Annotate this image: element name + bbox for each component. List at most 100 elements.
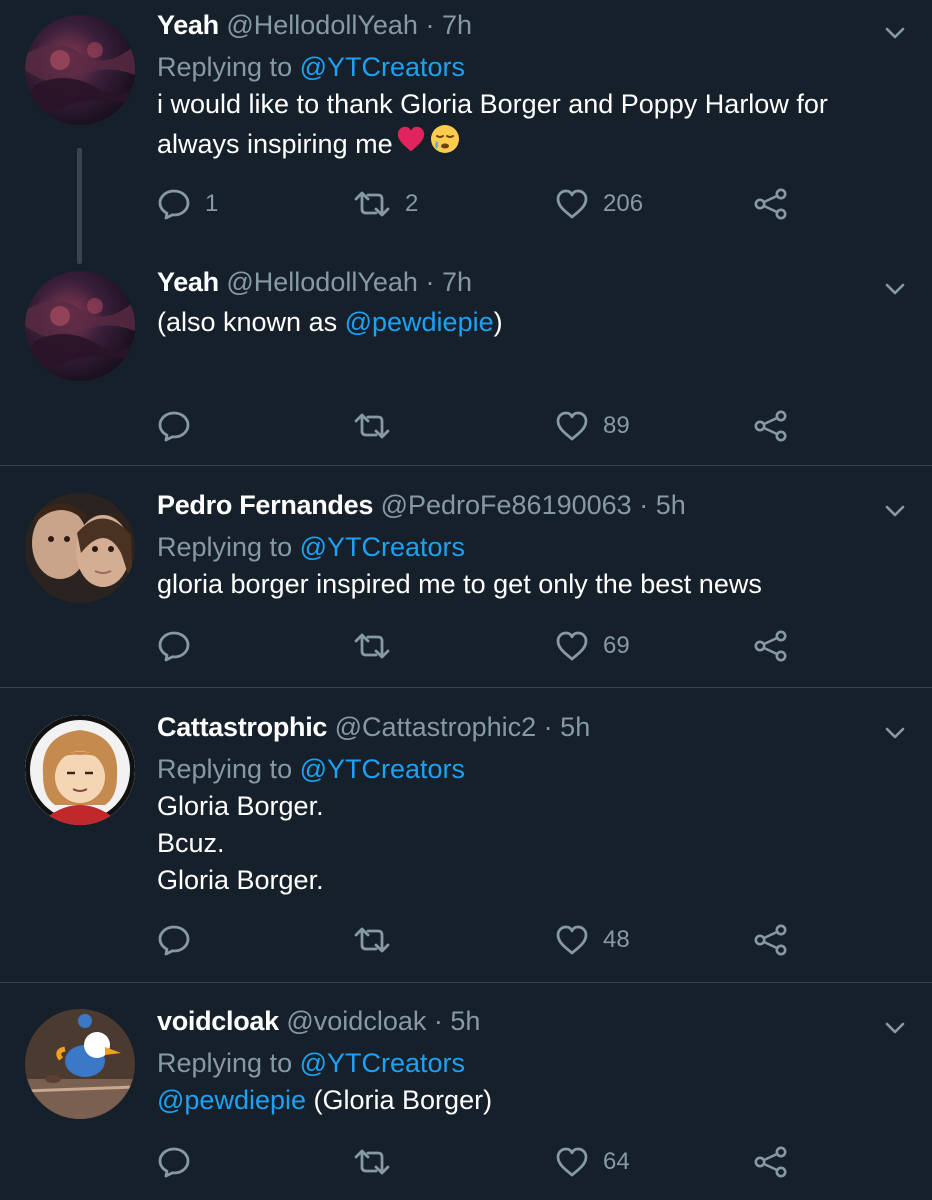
retweet-icon [353, 411, 391, 441]
like-button[interactable]: 48 [555, 920, 630, 960]
username[interactable]: @PedroFe86190063 [381, 490, 632, 520]
username[interactable]: @HellodollYeah [226, 267, 418, 297]
display-name[interactable]: Pedro Fernandes [157, 490, 373, 520]
like-button[interactable]: 89 [555, 406, 630, 446]
separator-dot: · [639, 490, 649, 520]
avatar[interactable] [25, 1009, 135, 1119]
mention-link[interactable]: @YTCreators [300, 52, 465, 82]
display-name[interactable]: Yeah [157, 10, 219, 40]
separator-dot: · [425, 267, 435, 297]
like-count: 64 [603, 1148, 630, 1175]
tweet[interactable]: Yeah @HellodollYeah · 7h (also known as … [0, 250, 932, 466]
retweet-button[interactable] [353, 626, 391, 666]
reply-button[interactable]: 1 [157, 184, 218, 224]
separator-dot: · [425, 10, 435, 40]
like-count: 89 [603, 412, 630, 439]
replying-to: Replying to @YTCreators [157, 528, 852, 566]
replying-to-label: Replying to [157, 52, 293, 82]
replying-to: Replying to @YTCreators [157, 750, 852, 788]
share-icon [753, 923, 789, 957]
retweet-button[interactable]: 2 [353, 184, 418, 224]
replying-to-label: Replying to [157, 532, 293, 562]
username[interactable]: @voidcloak [286, 1006, 426, 1036]
reply-icon [157, 1145, 191, 1179]
tweet[interactable]: Yeah @HellodollYeah · 7h Replying to @YT… [0, 0, 932, 264]
tweet-text-suffix: ) [493, 307, 503, 337]
display-name[interactable]: voidcloak [157, 1006, 279, 1036]
separator-dot: · [543, 712, 553, 742]
like-button[interactable]: 64 [555, 1142, 630, 1182]
tweet-text: i would like to thank Gloria Borger and … [157, 86, 852, 165]
mention-link[interactable]: @YTCreators [300, 754, 465, 784]
chevron-down-icon[interactable] [884, 278, 906, 300]
display-name[interactable]: Yeah [157, 267, 219, 297]
avatar[interactable] [25, 15, 135, 125]
replying-to: Replying to @YTCreators [157, 1044, 852, 1082]
like-icon [555, 1146, 589, 1178]
tweet-text-line: Bcuz. [157, 828, 225, 858]
timestamp[interactable]: 5h [656, 490, 686, 520]
retweet-icon [353, 189, 391, 219]
avatar[interactable] [25, 271, 135, 381]
tweet-text-line: Gloria Borger. [157, 865, 324, 895]
like-icon [555, 410, 589, 442]
timestamp[interactable]: 5h [450, 1006, 480, 1036]
reply-button[interactable] [157, 626, 191, 666]
mention-link[interactable]: @pewdiepie [345, 307, 494, 337]
username[interactable]: @Cattastrophic2 [335, 712, 537, 742]
mention-link[interactable]: @YTCreators [300, 1048, 465, 1078]
timestamp[interactable]: 7h [442, 267, 472, 297]
chevron-down-icon[interactable] [884, 500, 906, 522]
avatar[interactable] [25, 715, 135, 825]
chevron-down-icon[interactable] [884, 1017, 906, 1039]
tweet-text-prefix: (also known as [157, 307, 345, 337]
avatar[interactable] [25, 493, 135, 603]
reply-count: 1 [205, 190, 219, 217]
reply-icon [157, 923, 191, 957]
like-button[interactable]: 69 [555, 626, 630, 666]
reply-icon [157, 629, 191, 663]
tweet-text-line: always inspiring me [157, 128, 393, 159]
display-name[interactable]: Cattastrophic [157, 712, 327, 742]
share-button[interactable] [753, 184, 789, 224]
mention-link[interactable]: @pewdiepie [157, 1085, 306, 1115]
reply-icon [157, 409, 191, 443]
replying-to: Replying to @YTCreators [157, 48, 852, 86]
retweet-icon [353, 1147, 391, 1177]
tweet[interactable]: Pedro Fernandes @PedroFe86190063 · 5h Re… [0, 466, 932, 688]
like-icon [555, 188, 589, 220]
tweet[interactable]: Cattastrophic @Cattastrophic2 · 5h Reply… [0, 688, 932, 983]
tweet[interactable]: voidcloak @voidcloak · 5h Replying to @Y… [0, 983, 932, 1200]
share-button[interactable] [753, 920, 789, 960]
retweet-button[interactable] [353, 1142, 391, 1182]
tweet-text-line: Gloria Borger. [157, 791, 324, 821]
tweet-text: (also known as @pewdiepie) [157, 304, 852, 341]
like-icon [555, 924, 589, 956]
share-icon [753, 409, 789, 443]
timestamp[interactable]: 7h [442, 10, 472, 40]
retweet-button[interactable] [353, 920, 391, 960]
username[interactable]: @HellodollYeah [226, 10, 418, 40]
sleepy-face-emoji-icon [429, 123, 461, 165]
like-count: 206 [603, 190, 644, 217]
reply-button[interactable] [157, 406, 191, 446]
tweet-text: gloria borger inspired me to get only th… [157, 569, 762, 599]
reply-button[interactable] [157, 1142, 191, 1182]
retweet-icon [353, 925, 391, 955]
like-button[interactable]: 206 [555, 184, 643, 224]
timestamp[interactable]: 5h [560, 712, 590, 742]
like-count: 69 [603, 632, 630, 659]
chevron-down-icon[interactable] [884, 722, 906, 744]
retweet-button[interactable] [353, 406, 391, 446]
mention-link[interactable]: @YTCreators [300, 532, 465, 562]
thread-line [77, 148, 82, 264]
tweet-text: @pewdiepie (Gloria Borger) [157, 1082, 852, 1119]
share-button[interactable] [753, 626, 789, 666]
chevron-down-icon[interactable] [884, 22, 906, 44]
reply-button[interactable] [157, 920, 191, 960]
replying-to-label: Replying to [157, 1048, 293, 1078]
tweet-text-line: i would like to thank Gloria Borger and … [157, 89, 828, 119]
share-button[interactable] [753, 406, 789, 446]
share-icon [753, 187, 789, 221]
share-button[interactable] [753, 1142, 789, 1182]
